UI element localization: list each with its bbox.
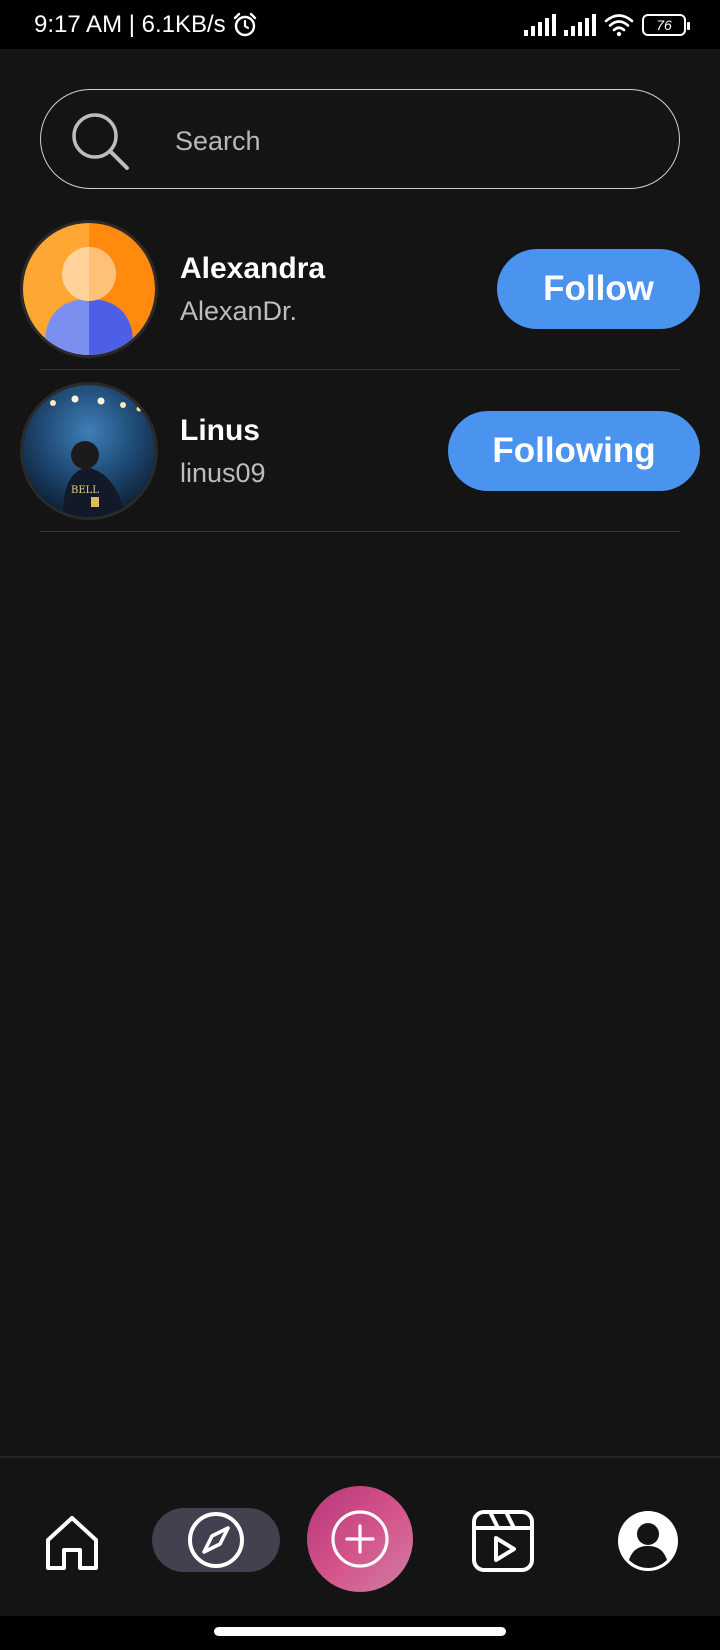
default-person-avatar-icon	[23, 223, 155, 355]
follow-button[interactable]: Follow	[497, 249, 700, 329]
home-indicator	[0, 1616, 720, 1650]
following-button[interactable]: Following	[448, 411, 700, 491]
signal-icon	[524, 13, 556, 36]
status-left: 9:17 AM | 6.1KB/s	[34, 11, 258, 39]
list-item[interactable]: BELL Linus linus09 Following	[0, 370, 720, 532]
user-name[interactable]: Alexandra	[180, 252, 325, 286]
battery-icon: 76	[642, 13, 690, 36]
bottom-nav	[0, 1456, 720, 1616]
search-placeholder: Search	[175, 126, 261, 156]
avatar[interactable]	[20, 220, 158, 358]
wifi-icon	[604, 13, 634, 36]
alarm-icon	[233, 12, 256, 36]
user-handle: linus09	[180, 458, 266, 488]
user-name[interactable]: Linus	[180, 414, 260, 448]
svg-text:BELL: BELL	[71, 485, 99, 496]
explore-compass-icon	[188, 1512, 244, 1568]
user-handle: AlexanDr.	[180, 296, 298, 326]
status-time-speed: 9:17 AM | 6.1KB/s	[34, 10, 226, 38]
profile-icon[interactable]	[617, 1510, 679, 1572]
create-button[interactable]	[307, 1486, 413, 1592]
list-item[interactable]: Alexandra AlexanDr. Follow	[0, 208, 720, 370]
home-icon[interactable]	[40, 1510, 104, 1574]
battery-level: 76	[656, 16, 672, 33]
search-icon	[72, 113, 129, 170]
home-bar[interactable]	[214, 1627, 506, 1636]
search-input[interactable]: Search	[40, 89, 680, 189]
create-plus-icon	[331, 1510, 389, 1568]
reels-icon[interactable]	[470, 1508, 536, 1574]
status-right: 76	[524, 13, 690, 37]
signal-icon-2	[564, 13, 596, 36]
divider	[40, 530, 680, 532]
screen: 9:17 AM | 6.1KB/s 76 Search Alexandra Al…	[0, 0, 720, 1650]
football-player-photo-icon: BELL	[23, 385, 155, 517]
explore-tab[interactable]	[152, 1508, 280, 1572]
avatar[interactable]: BELL	[20, 382, 158, 520]
status-bar: 9:17 AM | 6.1KB/s 76	[0, 0, 720, 49]
